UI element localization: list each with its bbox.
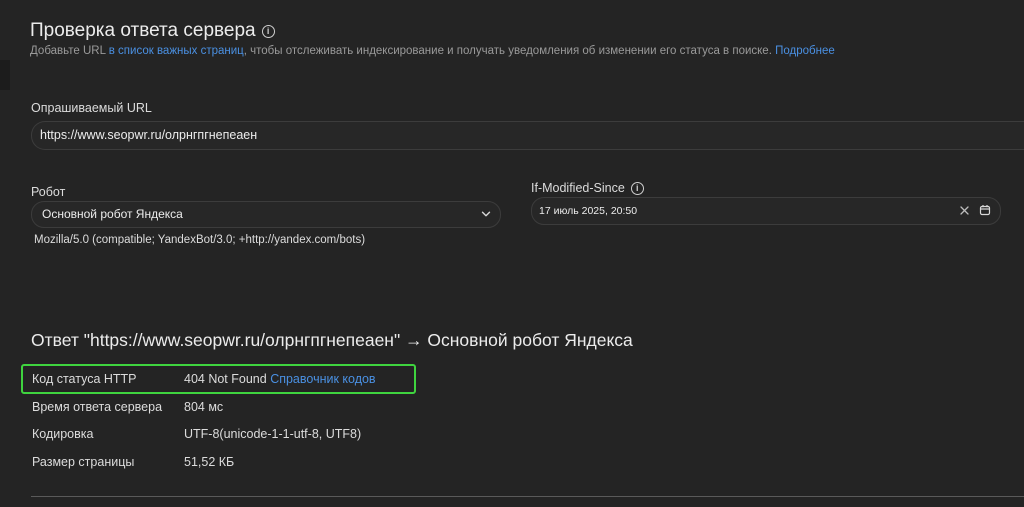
user-agent-string: Mozilla/5.0 (compatible; YandexBot/3.0; …	[34, 234, 366, 246]
info-icon[interactable]: i	[630, 181, 644, 195]
result-row-label: Время ответа сервера	[32, 400, 163, 414]
subtitle-text-start: Добавьте URL	[30, 45, 109, 57]
ims-label: If-Modified-Since	[531, 181, 625, 195]
encoding-value: UTF-8(unicode-1-1-utf-8, UTF8)	[184, 427, 362, 441]
result-row-label: Размер страницы	[32, 455, 135, 469]
page-title-text: Проверка ответа сервера	[30, 20, 256, 41]
close-icon[interactable]	[959, 205, 970, 216]
calendar-icon[interactable]	[979, 204, 991, 216]
result-row-label: Код статуса HTTP	[32, 372, 137, 386]
robot-label: Робот	[31, 185, 66, 199]
status-code-text: 404 Not Found	[184, 372, 267, 386]
robot-select-value: Основной робот Яндекса	[42, 207, 183, 221]
ims-input-value: 17 июль 2025, 20:50	[539, 205, 638, 217]
divider	[31, 496, 1024, 497]
left-panel-edge	[0, 60, 10, 90]
url-label: Опрашиваемый URL	[31, 101, 152, 115]
result-title: Ответ "https://www.seopwr.ru/олрнгпгнепе…	[31, 330, 633, 350]
important-pages-link[interactable]: в список важных страниц	[109, 45, 244, 57]
info-icon[interactable]: i	[261, 24, 275, 38]
chevron-down-icon	[481, 211, 491, 217]
result-row-label: Кодировка	[32, 427, 94, 441]
robot-select[interactable]: Основной робот Яндекса	[31, 201, 501, 228]
url-input-value: https://www.seopwr.ru/олрнгпгнепеаен	[40, 128, 258, 142]
ims-label-row: If-Modified-Since i	[531, 181, 644, 195]
page-subtitle: Добавьте URL в список важных страниц, чт…	[30, 45, 835, 57]
if-modified-since-input[interactable]: 17 июль 2025, 20:50	[531, 197, 1001, 225]
url-input[interactable]: https://www.seopwr.ru/олрнгпгнепеаен	[31, 121, 1024, 150]
page-size-value: 51,52 КБ	[184, 455, 235, 469]
more-link[interactable]: Подробнее	[775, 45, 835, 57]
codes-reference-link[interactable]: Справочник кодов	[270, 372, 375, 386]
page-title: Проверка ответа сервера i	[30, 20, 275, 42]
response-time-value: 804 мс	[184, 400, 224, 414]
subtitle-text-end: , чтобы отслеживать индексирование и пол…	[243, 45, 776, 57]
http-status-value: 404 Not Found Справочник кодов	[184, 372, 376, 386]
